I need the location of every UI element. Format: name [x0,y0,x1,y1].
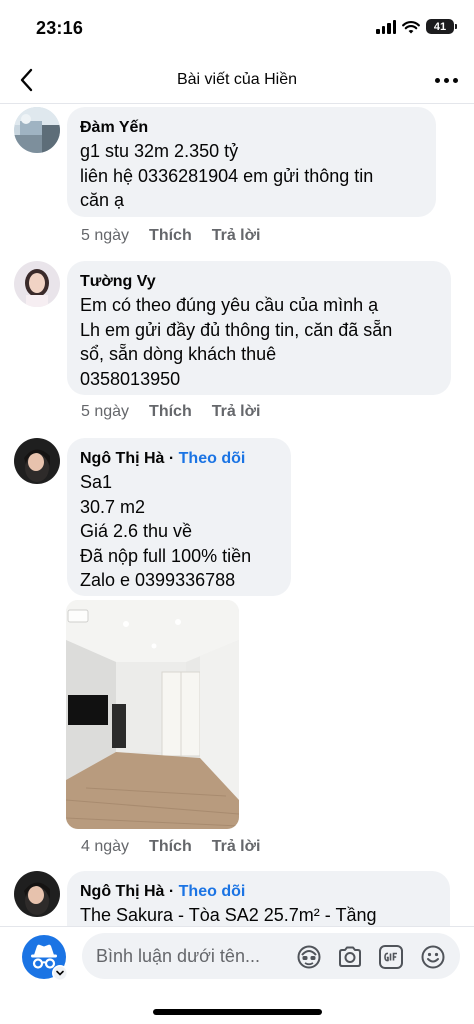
reply-button[interactable]: Trả lời [212,838,261,856]
comment-author-row: Ngô Thị Hà · Theo dõi [80,881,436,903]
comment-input[interactable]: Bình luận dưới tên... [82,933,460,979]
comment-bubble: Ngô Thị Hà · Theo dõi The Sakura - Tòa S… [67,871,450,926]
avatar[interactable] [14,871,60,917]
battery-icon: 41 [426,19,457,34]
comment-text-line: sổ, sẵn dòng khách thuê [80,344,277,364]
comment-time: 5 ngày [81,403,130,420]
comment-author-row: Ngô Thị Hà · Theo dõi [80,448,277,470]
comment-list: Đàm Yến g1 stu 32m 2.350 tỷ liên hệ 0336… [0,104,474,926]
comment-actions: 5 ngày Thích Trả lời [81,403,260,421]
emoji-icon[interactable] [420,944,446,970]
more-dots-icon [434,77,440,83]
comment-actions: 5 ngày Thích Trả lời [81,227,260,245]
incognito-icon [22,935,68,981]
avatar-sticker-icon[interactable] [296,944,322,970]
like-button[interactable]: Thích [149,403,192,421]
like-button[interactable]: Thích [149,227,192,245]
page-title: Bài viết của Hiền [176,71,298,88]
avatar[interactable] [14,107,60,153]
comment-time: 5 ngày [81,227,130,244]
comment-bubble: Ngô Thị Hà · Theo dõi Sa1 30.7 m2 Giá 2.… [67,438,291,596]
comment-text-line: Giá 2.6 thu về [80,521,193,541]
avatar[interactable] [14,261,60,307]
status-icons: 41 [376,19,457,34]
status-bar: 23:16 41 [0,0,474,56]
gif-icon[interactable] [378,944,404,970]
header: Bài viết của Hiền [0,56,474,104]
comment-text-line: Lh em gửi đầy đủ thông tin, căn đã sẵn [80,319,393,340]
battery-level: 41 [433,20,447,33]
comment-text-line: Zalo e 0399336788 [80,570,236,590]
comment-text-line: The Sakura - Tòa SA2 25.7m² - Tầng [80,905,377,925]
comment-photo[interactable] [66,600,239,829]
comment-text-line: Đã nộp full 100% tiền [80,545,252,566]
comment-text-line: Em có theo đúng yêu cầu của mình ạ [80,295,379,315]
comment-time: 4 ngày [81,838,130,855]
anonymous-profile-button[interactable] [22,935,70,983]
comment-text-line: liên hệ 0336281904 em gửi thông tin [80,165,374,186]
like-button[interactable]: Thích [149,838,192,856]
avatar[interactable] [14,438,60,484]
comment-bubble: Đàm Yến g1 stu 32m 2.350 tỷ liên hệ 0336… [67,107,436,217]
comment-bubble: Tường Vy Em có theo đúng yêu cầu của mìn… [67,261,451,395]
home-indicator [153,1009,322,1015]
comment-text-line: căn ạ [80,190,125,210]
reply-button[interactable]: Trả lời [212,403,261,421]
comment: Ngô Thị Hà · Theo dõi The Sakura - Tòa S… [14,871,464,926]
comment-text-line: g1 stu 32m 2.350 tỷ [80,141,239,161]
comment-input-placeholder: Bình luận dưới tên... [96,946,260,966]
wifi-icon [402,20,420,33]
follow-button[interactable]: Theo dõi [179,883,246,900]
camera-icon[interactable] [337,944,363,970]
follow-button[interactable]: Theo dõi [179,450,246,467]
comment-author[interactable]: Ngô Thị Hà [80,883,164,900]
comment-author[interactable]: Đàm Yến [80,117,422,139]
reply-button[interactable]: Trả lời [212,227,261,245]
comment-text-line: 30.7 m2 [80,496,146,517]
comment: Đàm Yến g1 stu 32m 2.350 tỷ liên hệ 0336… [14,107,464,257]
status-time: 23:16 [36,18,84,38]
comment: Ngô Thị Hà · Theo dõi Sa1 30.7 m2 Giá 2.… [14,438,464,863]
comment-text-line: Sa1 [80,472,113,492]
comment-author[interactable]: Tường Vy [80,271,437,293]
more-options-button[interactable] [432,66,460,94]
comment-author[interactable]: Ngô Thị Hà [80,450,164,467]
separator-dot: · [164,883,179,900]
comment: Tường Vy Em có theo đúng yêu cầu của mìn… [14,261,464,431]
comment-text-line: 0358013950 [80,368,181,389]
separator-dot: · [164,450,179,467]
cellular-signal-icon [376,19,396,34]
comment-actions: 4 ngày Thích Trả lời [81,838,260,856]
